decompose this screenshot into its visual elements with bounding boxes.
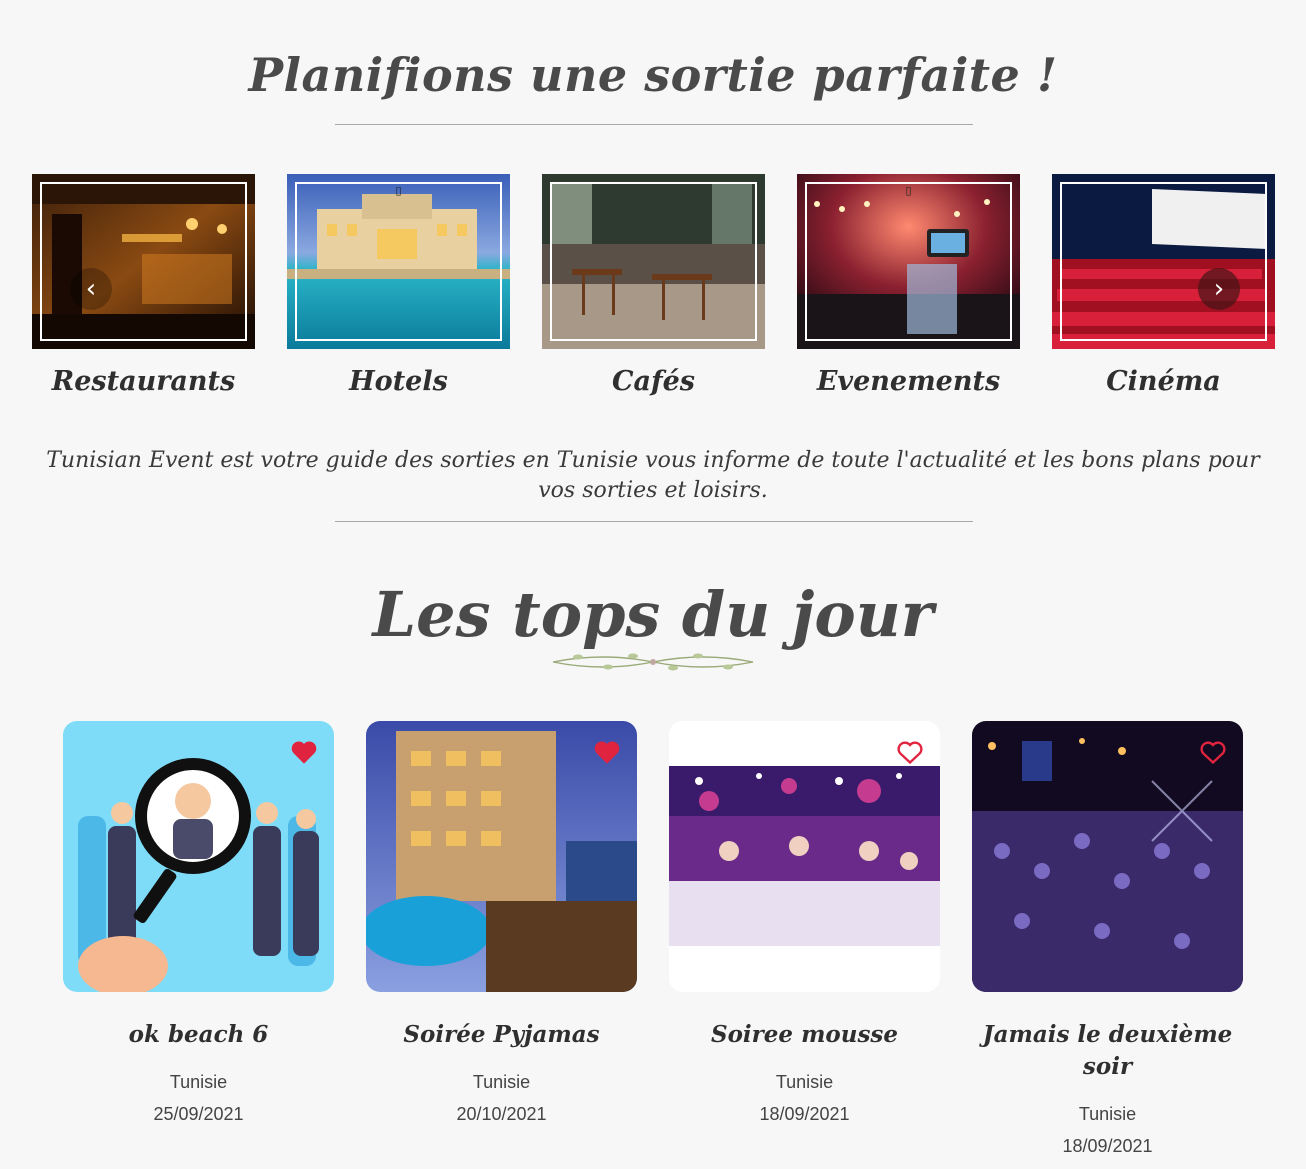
heart-icon[interactable] [593,739,621,765]
top-card-location: Tunisie [169,1072,228,1092]
intro-text: Tunisian Event est votre guide des sorti… [46,448,1260,503]
section-title-tops: Les tops du jour [372,578,934,651]
top-card-location: Tunisie [775,1072,834,1092]
chevron-left-icon: ‹ [85,274,97,304]
carousel-prev-button[interactable]: ‹ [70,268,112,310]
heart-outline-icon[interactable] [896,739,924,765]
section-title-plan: Planifions une sortie parfaite ! [248,48,1058,102]
top-card-title[interactable]: Soirée Pyjamas [366,1019,637,1051]
image-placeholder-icon: ▯ [905,184,912,197]
category-label-evenements[interactable]: Evenements [797,366,1020,397]
heart-icon[interactable] [290,739,318,765]
divider [335,124,973,125]
top-card-date: 18/09/2021 [1062,1136,1153,1156]
divider [335,521,973,522]
top-card-3[interactable] [669,721,940,992]
chevron-right-icon: › [1213,274,1225,304]
card-frame [295,182,502,341]
top-card-4[interactable] [972,721,1243,992]
carousel-next-button[interactable]: › [1198,268,1240,310]
top-card-1[interactable] [63,721,334,992]
category-label-restaurants[interactable]: Restaurants [32,366,255,397]
floral-divider-icon [552,653,754,671]
top-card-date: 20/10/2021 [456,1104,547,1124]
category-label-hotels[interactable]: Hotels [287,366,510,397]
card-frame [550,182,757,341]
category-card-hotels[interactable]: ▯ [287,174,510,349]
image-placeholder-icon: ▯ [395,184,402,197]
category-card-restaurants[interactable] [32,174,255,349]
card-frame [1060,182,1267,341]
card-frame [40,182,247,341]
category-card-evenements[interactable]: ▯ [797,174,1020,349]
top-card-title[interactable]: Soiree mousse [669,1019,940,1051]
top-card-title[interactable]: Jamais le deuxième soir [972,1019,1243,1083]
top-card-location: Tunisie [1078,1104,1137,1124]
top-card-2[interactable] [366,721,637,992]
heart-outline-icon[interactable] [1199,739,1227,765]
category-card-cafes[interactable] [542,174,765,349]
card-frame [805,182,1012,341]
top-card-date: 25/09/2021 [153,1104,244,1124]
top-card-location: Tunisie [472,1072,531,1092]
top-card-date: 18/09/2021 [759,1104,850,1124]
category-label-cinema[interactable]: Cinéma [1052,366,1275,397]
category-label-cafes[interactable]: Cafés [542,366,765,397]
category-card-cinema[interactable] [1052,174,1275,349]
top-card-title[interactable]: ok beach 6 [63,1019,334,1051]
